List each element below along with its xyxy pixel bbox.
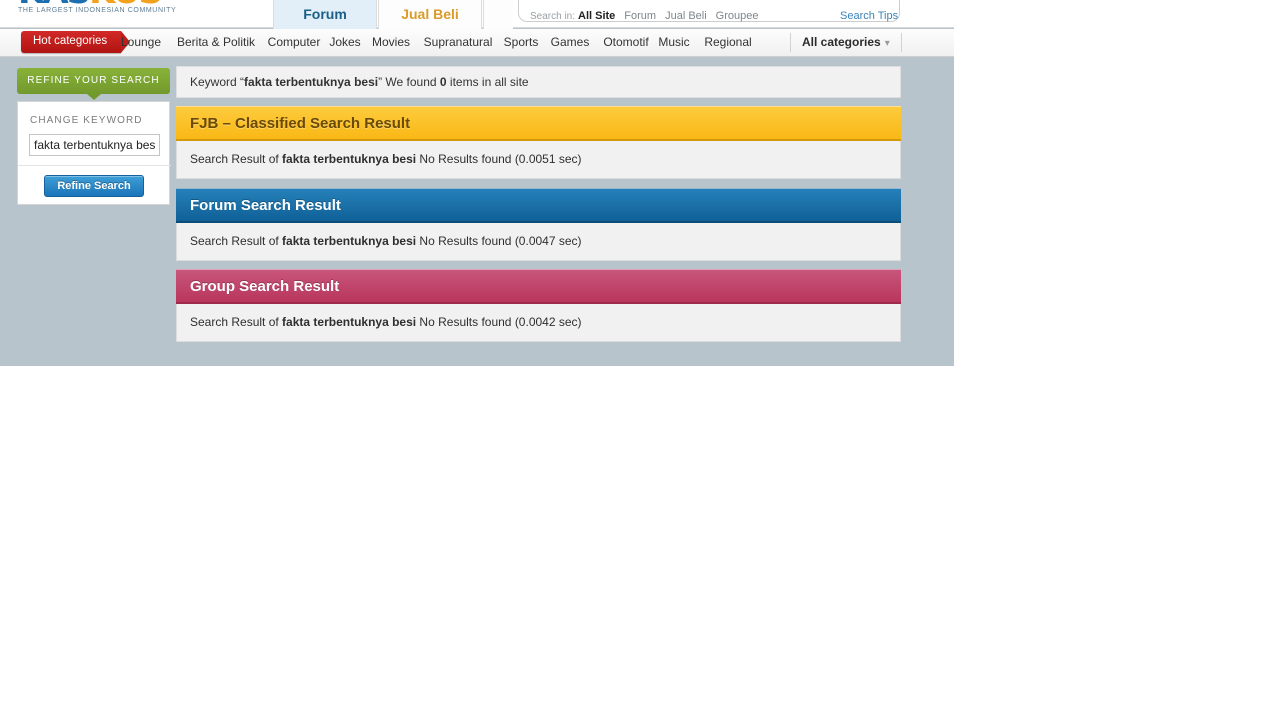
forum-result-suffix: No Results found (0.0047 sec) — [416, 234, 582, 248]
keyword-input[interactable] — [29, 134, 160, 156]
search-tips-link[interactable]: Search Tips — [840, 10, 898, 22]
search-scope-all-site[interactable]: All Site — [578, 10, 615, 22]
group-result-prefix: Search Result of — [190, 315, 283, 329]
nav-item-berita-politik[interactable]: Berita & Politik — [168, 29, 264, 56]
category-nav: Hot categories Lounge Berita & Politik C… — [0, 29, 954, 57]
nav-divider — [790, 33, 791, 52]
panel-group: Group Search Result Search Result of fak… — [176, 269, 901, 342]
keyword-value-text: fakta terbentuknya besi — [244, 75, 379, 89]
change-keyword-label: CHANGE KEYWORD — [30, 115, 143, 126]
fjb-result-prefix: Search Result of — [190, 152, 283, 166]
panel-divider — [18, 165, 171, 166]
nav-divider-right — [901, 33, 902, 52]
refine-search-panel: CHANGE KEYWORD Refine Search — [17, 101, 171, 205]
logo-tagline: THE LARGEST INDONESIAN COMMUNITY — [18, 7, 177, 14]
fjb-result-keyword: fakta terbentuknya besi — [282, 152, 417, 166]
panel-forum-title: Forum Search Result — [176, 188, 901, 223]
fjb-result-suffix: No Results found (0.0051 sec) — [416, 152, 582, 166]
panel-forum: Forum Search Result Search Result of fak… — [176, 188, 901, 261]
group-result-suffix: No Results found (0.0042 sec) — [416, 315, 582, 329]
all-categories-label: All categories — [802, 35, 881, 49]
nav-item-supranatural[interactable]: Supranatural — [418, 29, 498, 56]
keyword-prefix: Keyword “ — [190, 75, 245, 89]
tab-spacer — [483, 0, 513, 29]
nav-item-lounge[interactable]: Lounge — [116, 29, 166, 56]
panel-group-title: Group Search Result — [176, 269, 901, 304]
nav-item-movies[interactable]: Movies — [366, 29, 416, 56]
refine-your-search-tab: REFINE YOUR SEARCH — [17, 68, 170, 100]
nav-hot-categories[interactable]: Hot categories — [21, 31, 131, 53]
group-result-keyword: fakta terbentuknya besi — [282, 315, 417, 329]
search-scope-groupee[interactable]: Groupee — [716, 10, 759, 22]
tab-forum[interactable]: Forum — [273, 0, 377, 29]
panel-forum-body: Search Result of fakta terbentuknya besi… — [176, 223, 901, 261]
forum-result-keyword: fakta terbentuknya besi — [282, 234, 417, 248]
keyword-middle: ” We found — [378, 75, 440, 89]
search-scope-forum[interactable]: Forum — [624, 10, 656, 22]
panel-fjb-body: Search Result of fakta terbentuknya besi… — [176, 141, 901, 179]
nav-item-regional[interactable]: Regional — [696, 29, 760, 56]
page-container: KASKUS THE LARGEST INDONESIAN COMMUNITY … — [0, 0, 954, 366]
site-header: KASKUS THE LARGEST INDONESIAN COMMUNITY … — [0, 0, 954, 29]
panel-group-body: Search Result of fakta terbentuknya besi… — [176, 304, 901, 342]
search-scope-list: All Site Forum Jual Beli Groupee — [578, 10, 767, 22]
nav-all-categories[interactable]: All categories ▾ — [802, 29, 890, 56]
nav-item-music[interactable]: Music — [656, 29, 692, 56]
refine-search-button[interactable]: Refine Search — [44, 175, 144, 197]
nav-item-otomotif[interactable]: Otomotif — [598, 29, 654, 56]
nav-item-sports[interactable]: Sports — [500, 29, 542, 56]
keyword-summary-bar: Keyword “fakta terbentuknya besi” We fou… — [176, 66, 901, 98]
search-scope-jual-beli[interactable]: Jual Beli — [665, 10, 707, 22]
forum-result-prefix: Search Result of — [190, 234, 283, 248]
tab-jual-beli[interactable]: Jual Beli — [378, 0, 482, 29]
nav-item-computer[interactable]: Computer — [262, 29, 326, 56]
panel-fjb-title: FJB – Classified Search Result — [176, 106, 901, 141]
results-count: 0 — [439, 75, 447, 89]
panel-fjb: FJB – Classified Search Result Search Re… — [176, 106, 901, 179]
nav-item-jokes[interactable]: Jokes — [326, 29, 364, 56]
keyword-suffix: items in all site — [446, 75, 529, 89]
search-in-label: Search in: — [530, 11, 576, 22]
nav-item-games[interactable]: Games — [546, 29, 594, 56]
chevron-down-icon: ▾ — [884, 38, 890, 49]
